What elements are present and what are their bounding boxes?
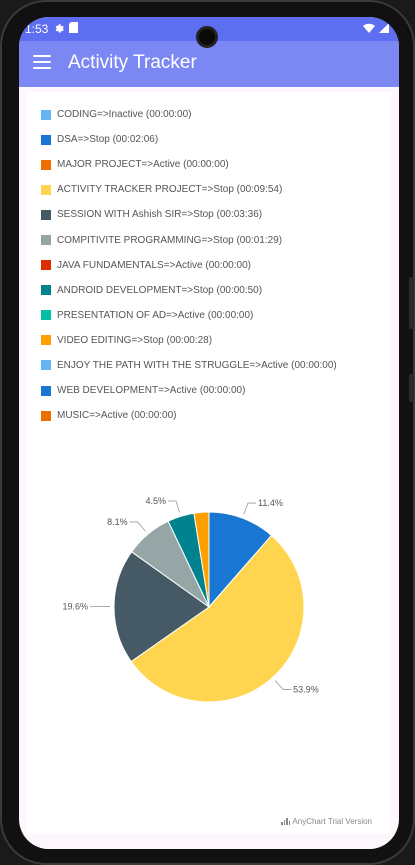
legend-swatch <box>41 209 51 220</box>
legend-label: CODING=>Inactive (00:00:00) <box>57 109 192 121</box>
legend-swatch <box>41 260 51 271</box>
slice-connector <box>274 680 292 690</box>
legend-label: MAJOR PROJECT=>Active (00:00:00) <box>57 159 229 171</box>
legend-item[interactable]: SESSION WITH Ashish SIR=>Stop (00:03:36) <box>41 202 337 227</box>
chart-container: CODING=>Inactive (00:00:00) DSA=>Stop (00… <box>27 92 391 834</box>
legend-label: COMPITIVITE PROGRAMMING=>Stop (00:01:29) <box>57 234 283 246</box>
phone-frame: 1:53 Activity Tracker CODING=>Inactive (… <box>0 0 415 865</box>
slice-connector <box>167 500 180 513</box>
slice-connector <box>129 521 146 532</box>
legend-swatch <box>41 385 51 396</box>
legend-label: ACTIVITY TRACKER PROJECT=>Stop (00:09:54… <box>57 184 283 196</box>
page-title: Activity Tracker <box>68 52 197 73</box>
legend-item[interactable]: ANDROID DEVELOPMENT=>Stop (00:00:50) <box>41 278 337 303</box>
settings-icon <box>53 22 65 36</box>
front-camera <box>196 26 218 48</box>
legend-label: VIDEO EDITING=>Stop (00:00:28) <box>57 334 213 346</box>
legend-swatch <box>41 360 51 371</box>
legend-label: ENJOY THE PATH WITH THE STRUGGLE=>Active… <box>57 359 337 371</box>
legend-swatch <box>41 235 51 246</box>
legend-item[interactable]: ACTIVITY TRACKER PROJECT=>Stop (00:09:54… <box>41 177 337 202</box>
legend-swatch <box>41 184 51 195</box>
legend-label: DSA=>Stop (00:02:06) <box>57 134 159 146</box>
legend-item[interactable]: DSA=>Stop (00:02:06) <box>41 127 337 152</box>
chart-legend: CODING=>Inactive (00:00:00) DSA=>Stop (00… <box>41 102 337 428</box>
legend-item[interactable]: MAJOR PROJECT=>Active (00:00:00) <box>41 152 337 177</box>
legend-item[interactable]: CODING=>Inactive (00:00:00) <box>41 102 337 127</box>
legend-swatch <box>41 134 51 145</box>
legend-swatch <box>41 109 51 120</box>
legend-label: JAVA FUNDAMENTALS=>Active (00:00:00) <box>57 259 251 271</box>
power-button <box>409 374 414 402</box>
legend-item[interactable]: ENJOY THE PATH WITH THE STRUGGLE=>Active… <box>41 353 337 378</box>
legend-item[interactable]: VIDEO EDITING=>Stop (00:00:28) <box>41 328 337 353</box>
volume-button <box>409 277 414 329</box>
legend-label: PRESENTATION OF AD=>Active (00:00:00) <box>57 309 254 321</box>
slice-label: 53.9% <box>293 685 319 695</box>
chart-logo-icon <box>281 818 291 825</box>
pie-chart: 11.4% 53.9% 19.6% 8.1% 4.5% <box>62 496 319 703</box>
wifi-icon <box>363 22 375 36</box>
legend-swatch <box>41 410 51 421</box>
bottom-edge <box>19 834 399 849</box>
sd-card-icon <box>69 22 79 36</box>
legend-item[interactable]: MUSIC=>Active (00:00:00) <box>41 403 337 428</box>
legend-label: ANDROID DEVELOPMENT=>Stop (00:00:50) <box>57 284 263 296</box>
signal-icon <box>379 22 389 36</box>
slice-label: 8.1% <box>107 517 128 527</box>
screen: 1:53 Activity Tracker CODING=>Inactive (… <box>19 17 399 849</box>
legend-swatch <box>41 159 51 170</box>
menu-icon[interactable] <box>33 55 51 69</box>
slice-label: 11.4% <box>258 498 283 508</box>
watermark-text: AnyChart Trial Version <box>292 817 372 826</box>
legend-item[interactable]: PRESENTATION OF AD=>Active (00:00:00) <box>41 303 337 328</box>
legend-label: SESSION WITH Ashish SIR=>Stop (00:03:36) <box>57 209 263 221</box>
status-time: 1:53 <box>25 22 49 36</box>
legend-swatch <box>41 285 51 296</box>
legend-label: WEB DEVELOPMENT=>Active (00:00:00) <box>57 385 246 397</box>
slice-label: 4.5% <box>145 496 166 506</box>
legend-label: MUSIC=>Active (00:00:00) <box>57 410 177 422</box>
anychart-watermark[interactable]: AnyChart Trial Version <box>281 817 372 826</box>
legend-swatch <box>41 310 51 321</box>
slice-connector <box>243 502 256 515</box>
app-bar: Activity Tracker <box>19 41 399 87</box>
slice-label: 19.6% <box>62 602 88 612</box>
legend-item[interactable]: WEB DEVELOPMENT=>Active (00:00:00) <box>41 378 337 403</box>
legend-item[interactable]: COMPITIVITE PROGRAMMING=>Stop (00:01:29) <box>41 227 337 252</box>
legend-swatch <box>41 335 51 346</box>
legend-item[interactable]: JAVA FUNDAMENTALS=>Active (00:00:00) <box>41 253 337 278</box>
